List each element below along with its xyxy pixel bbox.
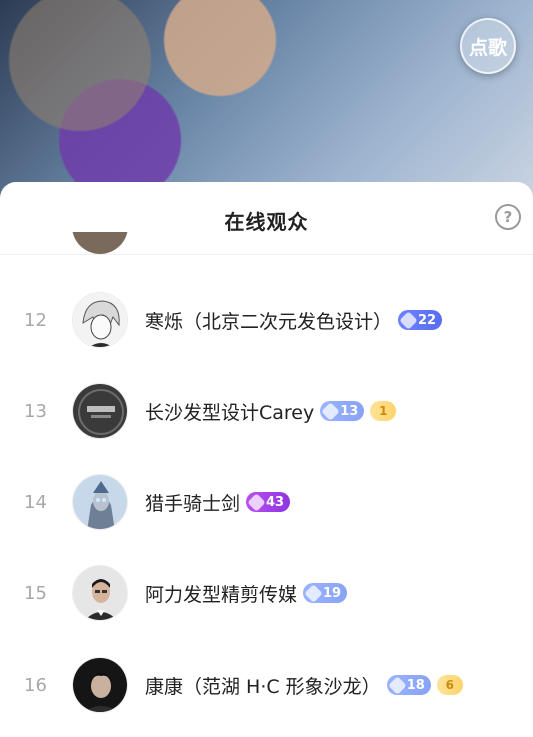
- online-audience-panel: 在线观众 ? 12 寒烁（北京二次元发色设计） 22 13 长沙发型设计Care…: [0, 182, 533, 737]
- fan-level-badge: 18: [386, 675, 431, 695]
- badge-level: 22: [418, 312, 437, 328]
- divider: [0, 254, 533, 255]
- live-video-background: [0, 0, 533, 200]
- viewer-name: 阿力发型精剪传媒: [145, 583, 298, 606]
- audience-row-16[interactable]: 16 康康（范湖 H·C 形象沙龙） 18 6: [0, 645, 533, 725]
- avatar[interactable]: [72, 565, 128, 621]
- gold-badge: 6: [436, 675, 463, 695]
- help-icon[interactable]: ?: [495, 204, 521, 230]
- fan-level-badge: 19: [303, 583, 348, 603]
- gem-icon: [304, 583, 323, 603]
- audience-row-14[interactable]: 14 猎手骑士剑 43: [0, 462, 533, 542]
- avatar[interactable]: [72, 292, 128, 348]
- avatar: [72, 232, 128, 254]
- rank-number: 13: [24, 400, 47, 422]
- rank-number: 12: [24, 309, 47, 331]
- gold-badge: 1: [370, 401, 397, 421]
- audience-row-12[interactable]: 12 寒烁（北京二次元发色设计） 22: [0, 280, 533, 360]
- viewer-name: 长沙发型设计Carey: [145, 401, 315, 424]
- audience-row-13[interactable]: 13 长沙发型设计Carey 13 1: [0, 371, 533, 451]
- gem-icon: [321, 401, 340, 421]
- avatar[interactable]: [72, 657, 128, 713]
- viewer-name: 猎手骑士剑: [145, 492, 241, 515]
- badge-level: 13: [340, 403, 359, 419]
- viewer-name: 寒烁（北京二次元发色设计）: [145, 310, 393, 333]
- badge-level: 43: [266, 494, 285, 510]
- song-request-button[interactable]: 点歌: [460, 18, 516, 74]
- badge-level: 19: [323, 585, 342, 601]
- viewer-name: 康康（范湖 H·C 形象沙龙）: [145, 675, 381, 698]
- gem-icon: [387, 675, 407, 695]
- panel-title: 在线观众: [224, 210, 309, 234]
- fan-level-badge: 43: [246, 492, 291, 512]
- gem-icon: [399, 310, 418, 330]
- fan-level-badge: 13: [320, 401, 365, 421]
- rank-number: 15: [24, 582, 47, 604]
- rank-number: 16: [24, 674, 47, 696]
- avatar[interactable]: [72, 383, 128, 439]
- fan-level-badge: 22: [398, 310, 443, 330]
- gem-icon: [247, 492, 266, 512]
- audience-row-15[interactable]: 15 阿力发型精剪传媒 19: [0, 553, 533, 633]
- avatar[interactable]: [72, 474, 128, 530]
- rank-number: 14: [24, 491, 47, 513]
- badge-level: 18: [406, 677, 425, 693]
